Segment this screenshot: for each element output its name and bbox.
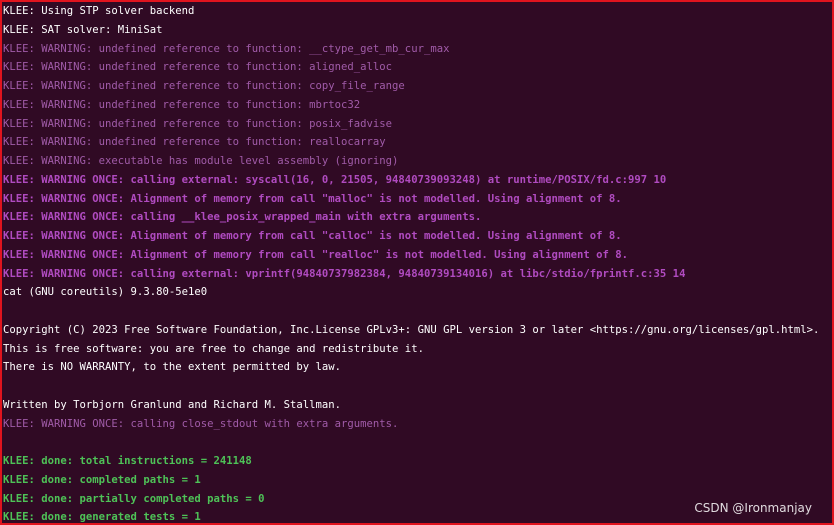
terminal-line: KLEE: WARNING: undefined reference to fu…: [3, 117, 393, 130]
terminal-line: KLEE: SAT solver: MiniSat: [3, 23, 163, 36]
terminal-line: KLEE: WARNING: executable has module lev…: [3, 155, 399, 167]
terminal-line: KLEE: WARNING: undefined reference to fu…: [3, 136, 386, 149]
terminal-line: This is free software: you are free to c…: [3, 342, 424, 355]
terminal-line: KLEE: WARNING ONCE: Alignment of memory …: [3, 230, 622, 242]
terminal-line: KLEE: WARNING: undefined reference to fu…: [3, 61, 393, 74]
terminal-line: KLEE: Using STP solver backend: [3, 5, 195, 17]
terminal-output: KLEE: Using STP solver backend KLEE: SAT …: [3, 2, 832, 523]
watermark: CSDN @Ironmanjay: [694, 501, 812, 515]
terminal-line: KLEE: WARNING ONCE: Alignment of memory …: [3, 192, 622, 205]
terminal-line: KLEE: done: completed paths = 1: [3, 473, 201, 486]
terminal-line: KLEE: WARNING ONCE: calling close_stdout…: [3, 417, 399, 430]
terminal-line: There is NO WARRANTY, to the extent perm…: [3, 361, 342, 374]
terminal-line: Copyright (C) 2023 Free Software Foundat…: [3, 323, 820, 336]
terminal-line: KLEE: WARNING ONCE: Alignment of memory …: [3, 248, 629, 261]
terminal-line: KLEE: WARNING: undefined reference to fu…: [3, 80, 405, 92]
terminal-line: KLEE: WARNING: undefined reference to fu…: [3, 98, 361, 111]
terminal-line: Written by Torbjorn Granlund and Richard…: [3, 398, 342, 411]
terminal-window[interactable]: KLEE: Using STP solver backend KLEE: SAT …: [0, 0, 834, 525]
terminal-line: KLEE: WARNING ONCE: calling __klee_posix…: [3, 211, 482, 224]
terminal-line: KLEE: done: total instructions = 241148: [3, 455, 252, 467]
terminal-line: KLEE: WARNING: undefined reference to fu…: [3, 42, 450, 55]
terminal-line: KLEE: WARNING ONCE: calling external: vp…: [3, 267, 686, 280]
terminal-line: KLEE: WARNING ONCE: calling external: sy…: [3, 173, 667, 186]
terminal-line: cat (GNU coreutils) 9.3.80-5e1e0: [3, 286, 208, 299]
